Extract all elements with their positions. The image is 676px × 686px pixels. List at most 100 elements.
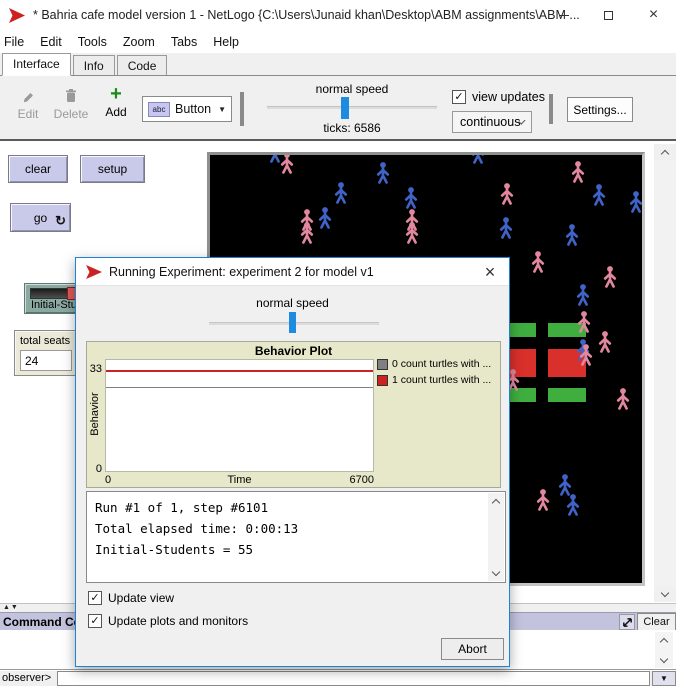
tab-interface[interactable]: Interface [2,53,71,76]
abc-icon: abc [148,102,170,117]
y-tick-max: 33 [87,363,102,375]
update-plots-checkbox[interactable]: ✓ [88,614,102,628]
speed-slider-label: normal speed [267,82,437,96]
clear-widget-button[interactable]: clear [8,155,68,183]
legend-row: 0 count turtles with ... [377,358,491,370]
update-mode-dropdown[interactable]: continuous [452,111,532,133]
legend-label-0: 0 count turtles with ... [392,358,491,370]
tab-code[interactable]: Code [117,55,168,75]
update-view-checkbox[interactable]: ✓ [88,591,102,605]
person-icon [376,162,390,184]
person-icon [334,182,348,204]
legend-swatch-0 [377,359,388,370]
experiment-output-scrollbar[interactable] [488,493,504,581]
go-label: go [34,211,47,225]
toolbar: Edit Delete + Add abc Button ▼ normal sp… [0,76,676,141]
person-icon [579,344,593,366]
y-axis-label: Behavior [89,384,101,444]
person-pink [280,155,294,174]
legend-row: 1 count turtles with ... [377,374,491,386]
delete-button[interactable]: Delete [50,88,92,121]
output-line: Total elapsed time: 0:00:13 [95,518,497,539]
menu-zoom[interactable]: Zoom [115,32,163,52]
table-green [548,388,586,402]
go-widget-button[interactable]: go ↻ [10,203,71,232]
netlogo-flag-icon [86,265,102,284]
command-output-scrollbar[interactable] [655,632,673,668]
netlogo-window: * Bahria cafe model version 1 - NetLogo … [0,0,676,686]
update-plots-row: ✓ Update plots and monitors [88,614,248,628]
output-scroll-down[interactable] [655,652,673,668]
menu-help[interactable]: Help [205,32,247,52]
scroll-up-button[interactable] [654,144,676,160]
plot-title: Behavior Plot [87,344,500,358]
output-scroll-down[interactable] [488,565,504,581]
prompt-context-dropdown[interactable]: ▼ [652,671,676,686]
person-icon [571,161,585,183]
ticks-counter: ticks: 6586 [267,121,437,135]
splitter-arrows-icon[interactable]: ▲▼ [3,604,19,611]
chevron-down-icon [492,568,500,576]
command-center-expand-button[interactable] [619,614,635,630]
person-icon [536,489,550,511]
setup-widget-button[interactable]: setup [80,155,145,183]
dialog-speed-handle[interactable] [289,312,296,333]
forever-icon: ↻ [55,213,66,229]
output-line: Run #1 of 1, step #6101 [95,497,497,518]
view-updates-checkbox[interactable]: ✓ [452,90,466,104]
update-mode-value: continuous [460,115,520,129]
widget-type-dropdown[interactable]: abc Button ▼ [142,96,232,122]
chevron-up-icon [660,637,668,645]
maximize-button[interactable] [586,0,631,30]
plot-area [105,359,374,472]
menu-tabs[interactable]: Tabs [163,32,205,52]
person-pink [598,331,612,353]
minimize-button[interactable] [541,0,586,30]
person-icon [566,494,580,516]
menu-edit[interactable]: Edit [32,32,70,52]
abort-button[interactable]: Abort [441,638,504,660]
legend-swatch-1 [377,375,388,386]
pencil-icon [10,88,46,106]
check-icon: ✓ [90,616,99,627]
settings-button[interactable]: Settings... [567,97,633,122]
menu-bar: File Edit Tools Zoom Tabs Help [0,30,676,53]
close-button[interactable]: × [631,0,676,30]
output-scroll-up[interactable] [655,632,673,648]
speed-slider-handle[interactable] [341,97,349,119]
experiment-output: Run #1 of 1, step #6101 Total elapsed ti… [86,491,506,583]
add-button[interactable]: + Add [100,86,132,119]
command-center-clear-button[interactable]: Clear [637,613,676,631]
chevron-up-icon [492,498,500,506]
check-icon: ✓ [90,593,99,604]
person-blue [376,162,390,184]
person-blue [592,184,606,206]
person-icon [268,155,282,163]
output-line: Initial-Students = 55 [95,539,497,560]
edit-button[interactable]: Edit [10,88,46,121]
netlogo-flag-icon [9,8,25,28]
person-icon [565,224,579,246]
person-icon [300,222,314,244]
output-scroll-up[interactable] [488,493,504,509]
menu-tools[interactable]: Tools [70,32,115,52]
person-icon [598,331,612,353]
person-icon [404,187,418,209]
menu-file[interactable]: File [0,32,32,52]
command-input[interactable] [57,671,650,686]
table-green [509,323,536,337]
person-blue [471,155,485,164]
person-pink [300,222,314,244]
total-seats-monitor: total seats 24 [14,330,78,376]
scroll-down-button[interactable] [654,586,676,602]
person-pink [405,222,419,244]
y-tick-min: 0 [87,463,102,475]
update-view-label: Update view [108,591,174,605]
tab-info[interactable]: Info [73,55,115,75]
person-blue [318,207,332,229]
interface-vertical-scrollbar[interactable] [654,144,676,602]
plus-icon: + [100,86,132,104]
dialog-close-button[interactable]: × [480,262,500,282]
speed-slider-track[interactable] [267,106,437,109]
person-blue [629,191,642,213]
